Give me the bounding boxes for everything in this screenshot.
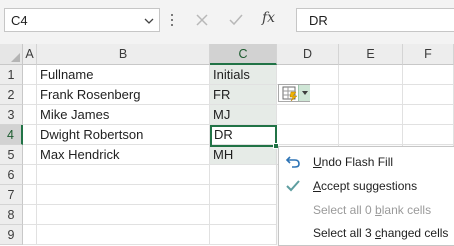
cell-a4[interactable] [23,125,37,145]
formula-bar-splitter[interactable] [170,14,174,28]
cell-f1[interactable] [403,65,454,85]
cell-e4[interactable] [339,125,403,145]
cell-c2[interactable]: FR [210,85,277,105]
cell-b4[interactable]: Dwight Robertson [37,125,210,145]
cell-c3[interactable]: MJ [210,105,277,125]
cancel-icon[interactable] [192,10,212,30]
cell-e3[interactable] [339,105,403,125]
cell-f2[interactable] [403,85,454,105]
cell-b9[interactable] [37,225,210,245]
column-header-c[interactable]: C [210,44,277,65]
cell-b1[interactable]: Fullname [37,65,210,85]
cell-c5[interactable]: MH [210,145,277,165]
cell-a7[interactable] [23,185,37,205]
formula-input[interactable]: DR [296,8,454,32]
active-cell-border [210,125,277,147]
flash-fill-options-button[interactable] [278,84,310,102]
row-header-2[interactable]: 2 [0,85,23,105]
cell-d4[interactable] [277,125,339,145]
flash-fill-menu: Undo Flash Fill Accept suggestions Selec… [278,146,454,246]
row-header-8[interactable]: 8 [0,205,23,225]
cell-a6[interactable] [23,165,37,185]
cell-d3[interactable] [277,105,339,125]
menu-item-label: Select all 0 blank cells [313,203,432,217]
column-header-e[interactable]: E [339,44,403,65]
chevron-down-icon[interactable] [143,15,155,27]
chevron-down-icon[interactable] [298,85,310,101]
cell-a5[interactable] [23,145,37,165]
cell-f3[interactable] [403,105,454,125]
row-header-4[interactable]: 4 [0,125,23,145]
menu-item-undo-flash-fill[interactable]: Undo Flash Fill [279,151,454,173]
select-all-corner[interactable] [0,44,23,65]
row-header-6[interactable]: 6 [0,165,23,185]
cell-a2[interactable] [23,85,37,105]
column-header-f[interactable]: F [403,44,454,65]
row-header-7[interactable]: 7 [0,185,23,205]
menu-item-label: Undo Flash Fill [313,155,394,169]
cell-b5[interactable]: Max Hendrick [37,145,210,165]
cell-f4[interactable] [403,125,454,145]
row-header-3[interactable]: 3 [0,105,23,125]
cell-c6[interactable] [210,165,277,185]
undo-arrow-icon [285,156,300,168]
row-header-9[interactable]: 9 [0,225,23,245]
cell-e1[interactable] [339,65,403,85]
cell-a9[interactable] [23,225,37,245]
column-header-a[interactable]: A [23,44,37,65]
cell-b2[interactable]: Frank Rosenberg [37,85,210,105]
name-box-value: C4 [11,13,28,28]
column-header-d[interactable]: D [277,44,339,65]
cell-c1[interactable]: Initials [210,65,277,85]
formula-bar: C4 fx DR [0,0,454,44]
cell-b3[interactable]: Mike James [37,105,210,125]
cell-c9[interactable] [210,225,277,245]
cell-a1[interactable] [23,65,37,85]
menu-item-label: Select all 3 changed cells [313,226,449,240]
insert-function-icon[interactable]: fx [262,10,275,26]
cell-e2[interactable] [339,85,403,105]
cell-b7[interactable] [37,185,210,205]
cell-c7[interactable] [210,185,277,205]
menu-item-select-blank-cells: Select all 0 blank cells [279,199,454,221]
cell-b6[interactable] [37,165,210,185]
cell-a3[interactable] [23,105,37,125]
checkmark-icon [286,180,300,192]
menu-item-accept-suggestions[interactable]: Accept suggestions [279,175,454,197]
cell-d1[interactable] [277,65,339,85]
cell-c8[interactable] [210,205,277,225]
menu-item-select-changed-cells[interactable]: Select all 3 changed cells [279,222,454,244]
formula-value: DR [309,13,328,28]
menu-item-label: Accept suggestions [313,179,418,193]
flash-fill-options-icon [282,86,298,101]
name-box[interactable]: C4 [4,8,160,32]
row-header-1[interactable]: 1 [0,65,23,85]
cell-b8[interactable] [37,205,210,225]
cell-a8[interactable] [23,205,37,225]
row-header-5[interactable]: 5 [0,145,23,165]
enter-check-icon[interactable] [226,10,246,30]
column-header-b[interactable]: B [37,44,210,65]
